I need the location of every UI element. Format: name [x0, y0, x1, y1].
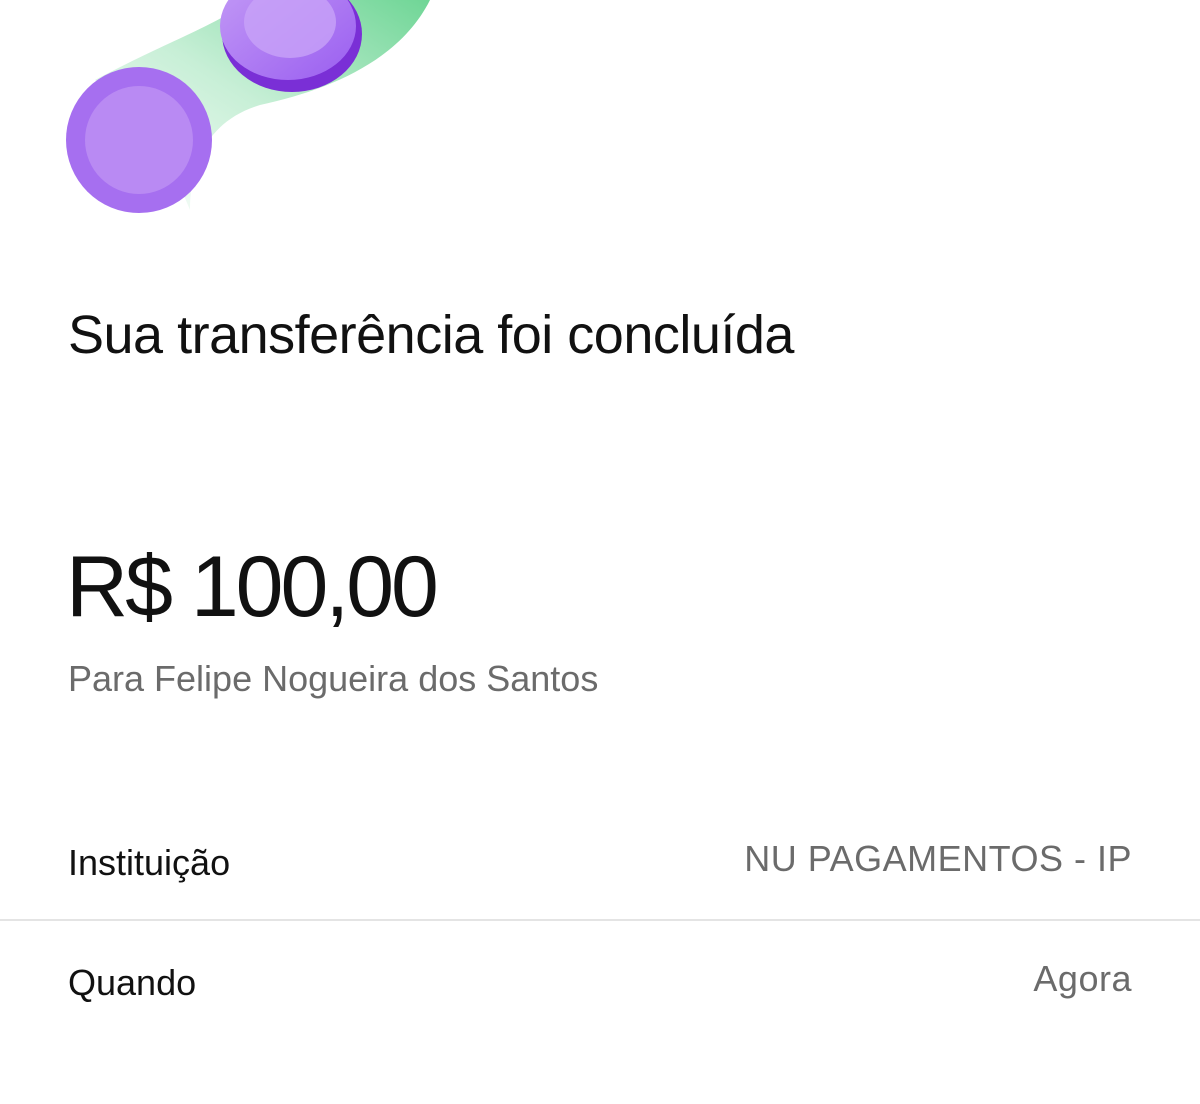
transfer-amount: R$ 100,00	[66, 539, 439, 635]
coin-bottom	[66, 67, 212, 213]
page-title: Sua transferência foi concluída	[68, 305, 794, 365]
institution-label: Instituição	[68, 842, 231, 883]
institution-value: NU PAGAMENTOS - IP	[744, 838, 1132, 879]
when-label: Quando	[68, 962, 197, 1003]
detail-row-when: Quando Agora	[0, 952, 1200, 1012]
recipient-text: Para Felipe Nogueira dos Santos	[68, 658, 599, 699]
coins-transfer-illustration	[66, 0, 430, 213]
when-value: Agora	[1033, 958, 1132, 999]
detail-row-institution: Instituição NU PAGAMENTOS - IP	[0, 832, 1200, 892]
divider	[0, 919, 1200, 921]
